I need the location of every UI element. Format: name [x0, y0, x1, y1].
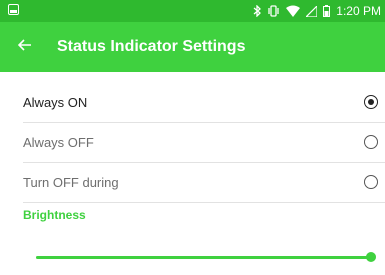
- arrow-left-icon: [17, 38, 32, 56]
- divider: [23, 202, 385, 203]
- option-always-off[interactable]: Always OFF: [0, 122, 385, 162]
- status-right: 1:20 PM: [253, 4, 381, 18]
- slider-thumb[interactable]: [366, 252, 376, 262]
- bluetooth-icon: [253, 5, 262, 17]
- radio-selected-icon[interactable]: [364, 95, 378, 109]
- notification-icon: [8, 4, 19, 15]
- page-title: Status Indicator Settings: [57, 38, 246, 55]
- status-left: [8, 4, 19, 18]
- vibrate-icon: [267, 5, 280, 17]
- option-label: Turn OFF during: [23, 174, 119, 190]
- wifi-icon: [286, 5, 301, 17]
- option-turn-off-during[interactable]: Turn OFF during: [0, 162, 385, 202]
- brightness-slider[interactable]: [36, 250, 376, 264]
- option-label: Always ON: [23, 94, 88, 110]
- option-label: Always OFF: [23, 134, 94, 150]
- no-signal-icon: [306, 5, 318, 17]
- brightness-header: Brightness: [23, 208, 86, 222]
- status-time: 1:20 PM: [336, 4, 381, 18]
- radio-unselected-icon[interactable]: [364, 135, 378, 149]
- option-always-on[interactable]: Always ON: [0, 82, 385, 122]
- status-bar: 1:20 PM: [0, 0, 385, 22]
- radio-unselected-icon[interactable]: [364, 175, 378, 189]
- app-bar: Status Indicator Settings: [0, 22, 385, 72]
- slider-fill: [36, 256, 371, 259]
- battery-icon: [323, 5, 331, 17]
- back-button[interactable]: [5, 22, 45, 72]
